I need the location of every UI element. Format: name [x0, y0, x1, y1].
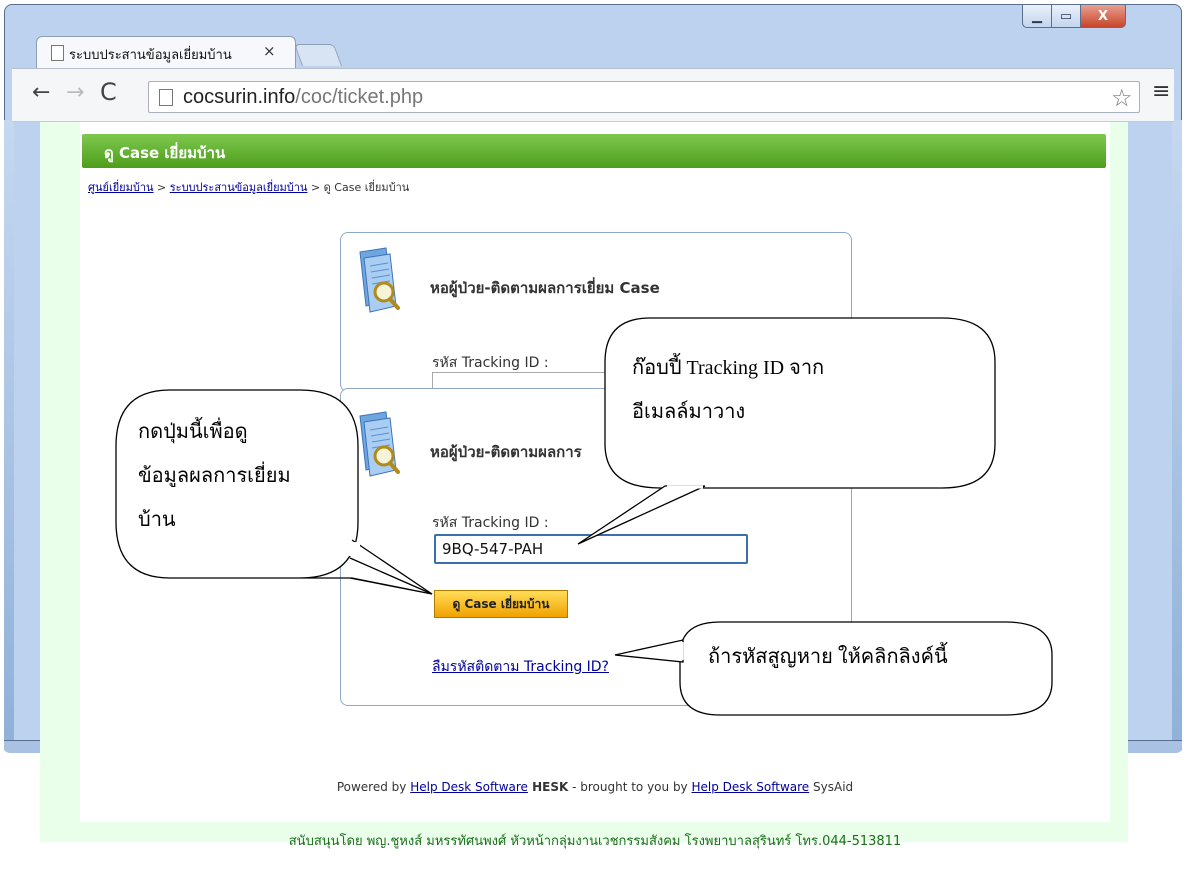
callout-line: กดปุ่มนี้เพื่อดู — [138, 421, 248, 443]
callout-left-text: กดปุ่มนี้เพื่อดู ข้อมูลผลการเยี่ยม บ้าน — [138, 410, 291, 542]
callout-line: ข้อมูลผลการเยี่ยม — [138, 465, 291, 487]
callout-line: อีเมลล์มาวาง — [632, 401, 746, 423]
callout-bottom-text: ถ้ารหัสสูญหาย ให้คลิกลิงค์นี้ — [708, 646, 948, 668]
callout-line: ก๊อบปี้ Tracking ID จาก — [632, 357, 825, 379]
callout-line: บ้าน — [138, 509, 176, 531]
callout-right-text: ก๊อบปี้ Tracking ID จาก อีเมลล์มาวาง — [632, 346, 824, 434]
